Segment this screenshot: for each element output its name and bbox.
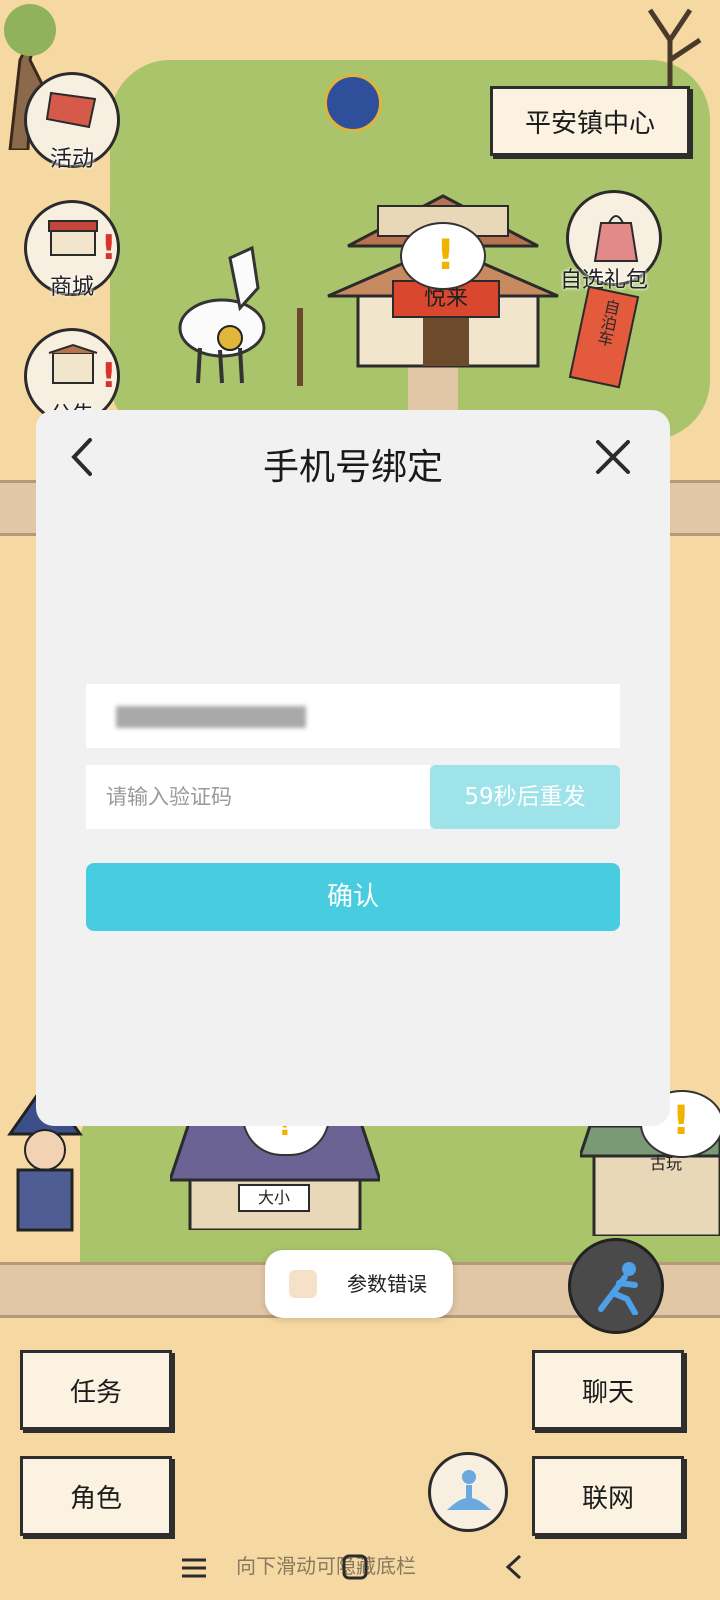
- task-button[interactable]: 任务: [20, 1350, 172, 1430]
- activity-button[interactable]: 活动: [24, 72, 120, 172]
- confirm-button[interactable]: 确认: [86, 863, 620, 931]
- shop-button[interactable]: 商城 !: [24, 200, 120, 300]
- notice-alert-icon: !: [101, 356, 117, 396]
- phone-binding-dialog: 手机号绑定 请输入验证码 59秒后重发 确认: [36, 410, 670, 1126]
- back-icon[interactable]: [502, 1552, 526, 1582]
- scroll-icon: [45, 91, 97, 129]
- town-center-sign[interactable]: 平安镇中心: [490, 86, 690, 156]
- bare-tree-icon: [647, 8, 702, 100]
- notice-board-icon: [48, 343, 98, 384]
- menu-icon[interactable]: [180, 1554, 208, 1582]
- app-icon: [289, 1270, 317, 1298]
- day-night-icon[interactable]: [324, 74, 382, 132]
- system-nav-bar: 向下滑动可隐藏底栏: [0, 1536, 720, 1600]
- meditation-icon: [446, 1470, 492, 1510]
- quest-bubble[interactable]: !: [400, 222, 486, 290]
- horse-icon[interactable]: [160, 238, 310, 388]
- shop-alert-icon: !: [101, 228, 117, 268]
- close-icon[interactable]: [590, 434, 636, 480]
- resend-code-button[interactable]: 59秒后重发: [430, 765, 620, 829]
- network-button[interactable]: 联网: [532, 1456, 684, 1536]
- activity-label: 活动: [49, 147, 94, 172]
- gift-banner-text: 自泊车: [593, 296, 622, 348]
- nav-gesture-hint: 向下滑动可隐藏底栏: [236, 1554, 416, 1578]
- error-toast: 参数错误: [265, 1250, 453, 1318]
- exclamation-icon: !: [436, 230, 456, 279]
- gift-bag-icon: [593, 215, 639, 262]
- meditate-button[interactable]: [428, 1452, 508, 1532]
- chat-button[interactable]: 聊天: [532, 1350, 684, 1430]
- shop-sign: 大小: [238, 1184, 310, 1212]
- masked-phone-number: [116, 706, 306, 728]
- store-icon: [48, 220, 98, 256]
- dialog-title: 手机号绑定: [262, 447, 443, 488]
- shop-label: 商城: [49, 275, 94, 300]
- exclamation-icon: !: [672, 1098, 691, 1144]
- role-button[interactable]: 角色: [20, 1456, 172, 1536]
- phone-number-field[interactable]: [86, 684, 620, 748]
- sprint-button[interactable]: [568, 1238, 664, 1334]
- verification-code-input[interactable]: 请输入验证码: [86, 765, 430, 829]
- home-icon[interactable]: [340, 1552, 370, 1582]
- toast-message: 参数错误: [347, 1272, 427, 1296]
- running-icon: [598, 1262, 638, 1315]
